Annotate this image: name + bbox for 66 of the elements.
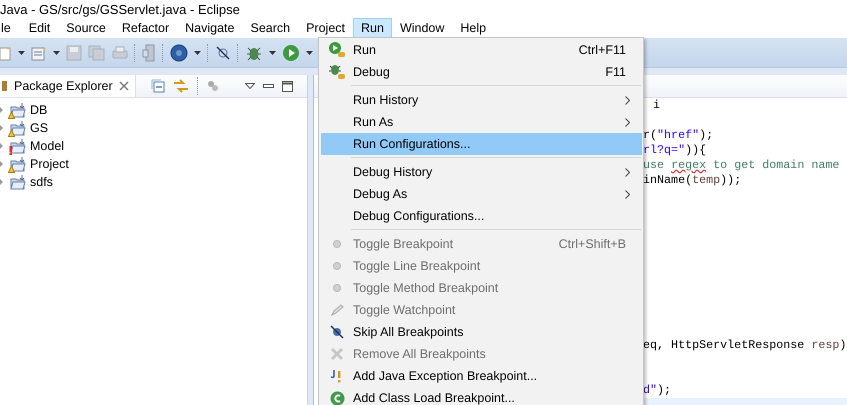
code-line: r("href");	[643, 128, 714, 143]
menu-item[interactable]: Run Configurations...	[321, 133, 642, 155]
menu-bar-item[interactable]: Window	[392, 18, 452, 38]
project-name[interactable]: Project	[30, 157, 69, 171]
caret-icon[interactable]	[306, 50, 313, 54]
code-line: d");	[643, 383, 672, 398]
menu-bar-item[interactable]: Help	[452, 18, 494, 38]
breakpoint-icon	[333, 240, 341, 248]
window-title: Java - GS/src/gs/GSServlet.java - Eclipse	[0, 2, 240, 16]
run-icon[interactable]	[282, 44, 300, 62]
new-icon[interactable]	[0, 44, 12, 60]
menu-bar-item[interactable]: Search	[242, 18, 298, 38]
menu-bar-item[interactable]: Navigate	[177, 18, 242, 38]
menu-bar-item[interactable]: Edit	[20, 18, 58, 38]
project-name[interactable]: DB	[30, 103, 48, 117]
bug-icon	[328, 63, 346, 81]
new-class-icon[interactable]	[31, 44, 47, 60]
code-line: eq, HttpServletResponse resp)	[643, 338, 846, 353]
menu-item[interactable]: Skip All Breakpoints	[321, 321, 642, 343]
menu-bar-item[interactable]: le	[0, 18, 19, 38]
collapse-all-icon[interactable]	[151, 79, 165, 93]
caret-icon[interactable]	[269, 50, 276, 54]
code-line: i	[653, 98, 660, 113]
menu-item[interactable]: Run History	[321, 89, 642, 111]
project-name[interactable]: GS	[30, 121, 48, 135]
expand-arrow-icon[interactable]	[0, 179, 4, 185]
remove-icon	[329, 346, 345, 362]
link-icon[interactable]	[173, 79, 189, 93]
code-line: inName(temp));	[643, 173, 742, 188]
menu-item[interactable]: Add Class Load Breakpoint...	[321, 387, 642, 405]
code-line: rl?q=")){	[643, 143, 706, 158]
menu-bar-item[interactable]: Project	[298, 18, 353, 38]
skip-breakpoints-icon[interactable]	[215, 44, 231, 60]
package-icon	[2, 80, 8, 92]
caret-icon[interactable]	[53, 50, 60, 54]
menu-item[interactable]: Add Java Exception Breakpoint...	[321, 365, 642, 387]
skip-breakpoints-icon	[329, 324, 345, 340]
view-menu-icon[interactable]	[245, 83, 255, 89]
pencil-icon	[329, 302, 345, 318]
shortcut-text: Ctrl+Shift+B	[558, 237, 626, 251]
menu-bar-item[interactable]: Refactor	[114, 18, 178, 38]
caret-icon[interactable]	[194, 50, 201, 54]
close-icon[interactable]	[118, 81, 129, 91]
code-line: use regex to get domain name	[643, 158, 840, 173]
menu-item[interactable]: Run As	[321, 111, 642, 133]
expand-arrow-icon[interactable]	[0, 107, 4, 113]
expand-arrow-icon[interactable]	[0, 125, 4, 131]
menu-item[interactable]: Debug F11	[321, 61, 642, 83]
run-icon	[328, 41, 346, 59]
maximize-icon[interactable]	[282, 80, 293, 92]
breakpoint-icon	[333, 262, 341, 270]
menu-item[interactable]: Debug Configurations...	[321, 205, 642, 227]
minimize-icon[interactable]	[263, 84, 274, 88]
shortcut-text: F11	[605, 65, 626, 79]
caret-icon[interactable]	[18, 50, 25, 54]
project-name[interactable]: Model	[30, 139, 64, 153]
expand-arrow-icon[interactable]	[0, 161, 4, 167]
class-icon	[330, 390, 344, 405]
breakpoint-icon	[333, 284, 341, 292]
menu-item[interactable]: Debug History	[321, 161, 642, 183]
project-name[interactable]: sdfs	[30, 175, 53, 189]
menu-bar-item[interactable]: Source	[58, 18, 114, 38]
shortcut-text: Ctrl+F11	[578, 43, 626, 57]
menu-bar-item[interactable]: Run	[353, 18, 392, 38]
expand-arrow-icon[interactable]	[0, 143, 4, 149]
menu-item[interactable]: Debug As	[321, 183, 642, 205]
